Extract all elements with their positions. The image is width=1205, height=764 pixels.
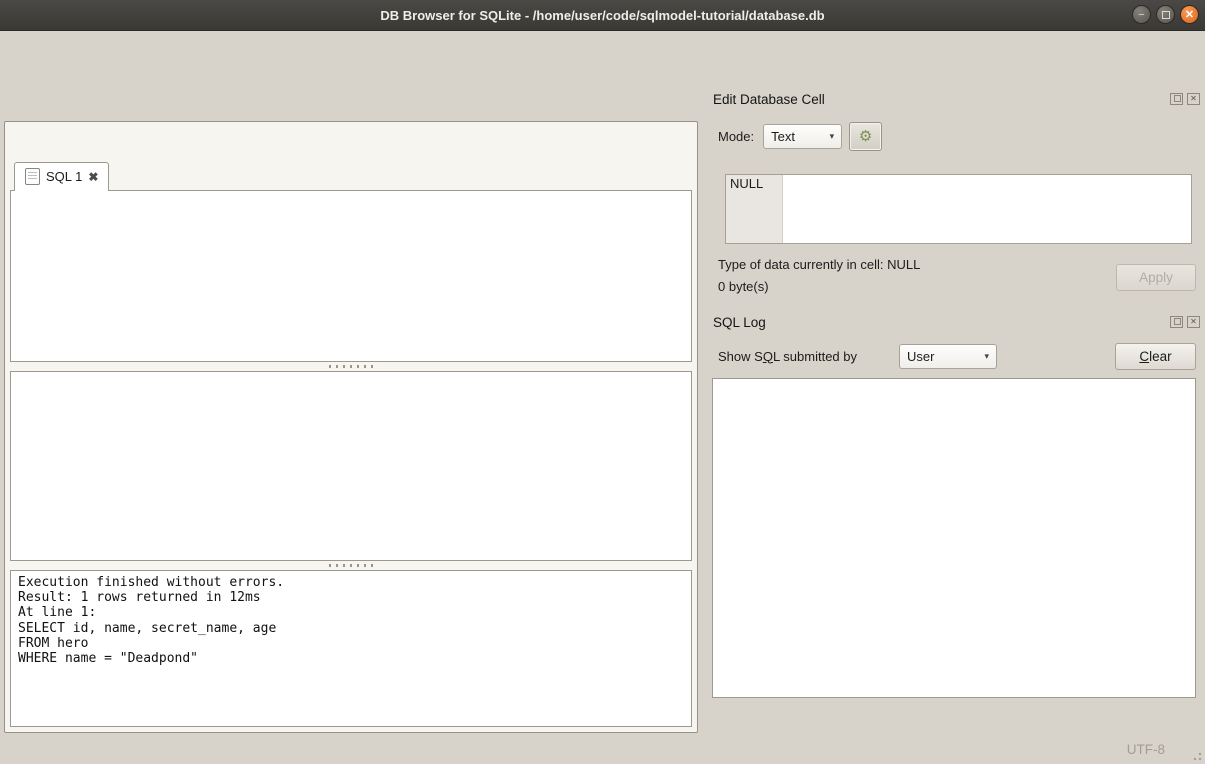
results-message-splitter[interactable] — [10, 561, 692, 570]
float-dock-icon[interactable] — [1170, 316, 1183, 328]
resize-grip[interactable] — [1189, 748, 1203, 762]
execution-message: Execution finished without errors. Resul… — [10, 570, 692, 727]
close-dock-icon[interactable] — [1187, 316, 1200, 328]
submitter-value: User — [907, 349, 934, 364]
editor-results-splitter[interactable] — [10, 362, 692, 371]
mode-value: Text — [771, 129, 795, 144]
execute-sql-pane: SQL 1 ✖ Execution finished without error… — [4, 121, 698, 733]
close-icon[interactable]: ✕ — [1180, 5, 1199, 24]
gear-icon: ⚙ — [859, 127, 872, 145]
sql-log-view[interactable] — [712, 378, 1196, 698]
sql-file-tab-bar: SQL 1 ✖ — [10, 163, 692, 190]
sql-file-tab[interactable]: SQL 1 ✖ — [14, 162, 109, 191]
filter-label: Show SQL submitted by — [718, 349, 857, 364]
main-area: SQL 1 ✖ Execution finished without error… — [0, 89, 1205, 735]
minimize-icon[interactable]: − — [1132, 5, 1151, 24]
chevron-down-icon: ▾ — [984, 351, 989, 362]
edit-cell-title: Edit Database Cell — [713, 92, 825, 107]
auto-apply-button[interactable]: ⚙ — [849, 122, 882, 151]
status-bar: UTF-8 — [0, 735, 1205, 764]
sql-log-title: SQL Log — [713, 315, 766, 330]
edit-cell-dock-buttons — [1170, 93, 1200, 105]
sql-editor[interactable] — [10, 190, 692, 362]
results-table-area — [10, 371, 692, 561]
cell-null-value: NULL — [726, 175, 783, 243]
encoding-label: UTF-8 — [1127, 742, 1165, 757]
cell-mode-row: Mode: Text ▾ ⚙ — [718, 121, 1196, 151]
maximize-icon[interactable] — [1156, 5, 1175, 24]
title-bar: DB Browser for SQLite - /home/user/code/… — [0, 0, 1205, 31]
chevron-down-icon: ▾ — [830, 131, 835, 142]
close-dock-icon[interactable] — [1187, 93, 1200, 105]
window-controls: − ✕ — [1132, 5, 1199, 24]
main-toolbar — [0, 56, 1205, 90]
sql-file-icon — [25, 168, 40, 185]
float-dock-icon[interactable] — [1170, 93, 1183, 105]
sql-file-tab-label: SQL 1 — [46, 169, 82, 184]
submitter-select[interactable]: User ▾ — [899, 344, 997, 369]
right-pane: Edit Database Cell Mode: Text ▾ ⚙ NULL T… — [705, 89, 1205, 735]
close-tab-icon[interactable]: ✖ — [88, 170, 98, 184]
menu-bar — [0, 31, 1205, 56]
sql-log-filter-row: Show SQL submitted by User ▾ Clear — [718, 341, 1196, 371]
cell-type-label: Type of data currently in cell: NULL — [718, 257, 920, 272]
cell-value-editor[interactable]: NULL — [725, 174, 1192, 244]
mode-select[interactable]: Text ▾ — [763, 124, 842, 149]
window-title: DB Browser for SQLite - /home/user/code/… — [0, 8, 1205, 23]
left-pane: SQL 1 ✖ Execution finished without error… — [0, 89, 705, 735]
cell-size-label: 0 byte(s) — [718, 279, 769, 294]
clear-button[interactable]: Clear — [1115, 343, 1196, 370]
sql-log-dock-buttons — [1170, 316, 1200, 328]
sql-toolbar — [10, 127, 692, 159]
apply-button[interactable]: Apply — [1116, 264, 1196, 291]
mode-label: Mode: — [718, 129, 754, 144]
